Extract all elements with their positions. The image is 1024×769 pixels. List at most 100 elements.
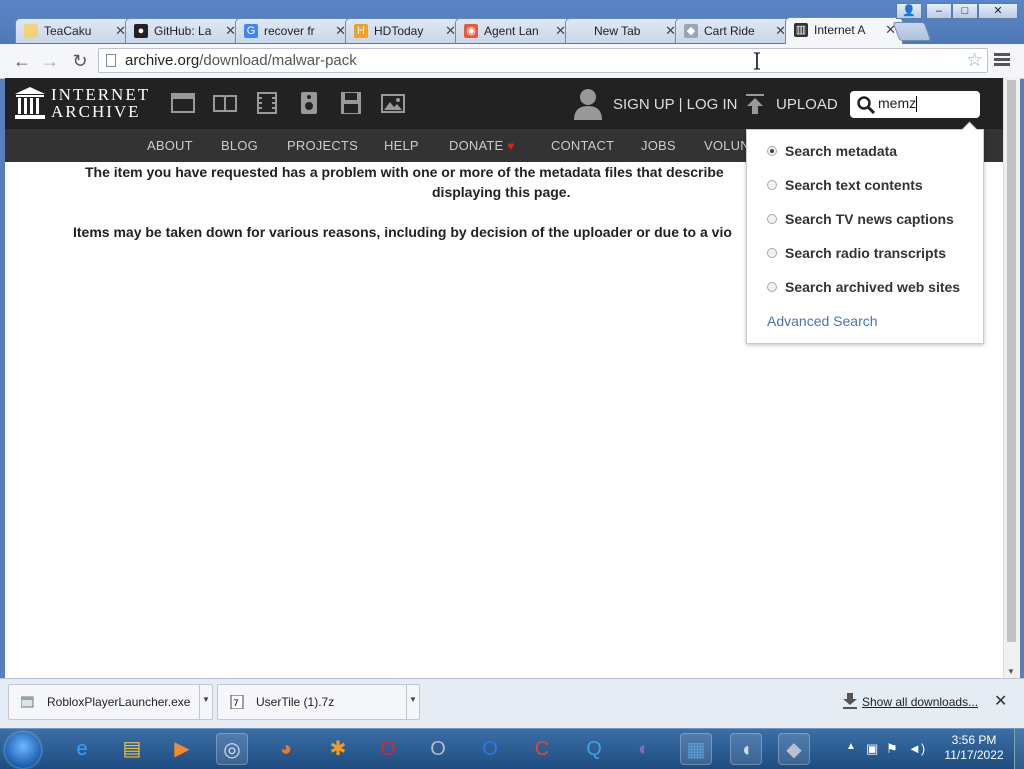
maximize-button[interactable]: □	[952, 3, 978, 19]
search-app-icon[interactable]: Q	[578, 733, 610, 765]
nav-projects[interactable]: PROJECTS	[287, 138, 358, 153]
tor-icon[interactable]: ◐	[628, 733, 660, 765]
tab-title: Cart Ride	[704, 24, 755, 38]
software-icon[interactable]	[339, 92, 363, 114]
reload-button[interactable]: ↻	[70, 51, 90, 71]
download-item[interactable]: 7 UserTile (1).7z ▼	[217, 684, 420, 720]
nav-donate[interactable]: DONATE ♥	[449, 138, 515, 153]
bookmark-star-icon[interactable]: ☆	[966, 49, 983, 72]
volume-icon[interactable]: ◄)	[908, 741, 925, 756]
browser-tab[interactable]: ◆ Cart Ride ✕	[675, 18, 793, 43]
clock[interactable]: 3:56 PM 11/17/2022	[938, 733, 1010, 763]
opera-blue-icon[interactable]: O	[474, 733, 506, 765]
nav-about[interactable]: ABOUT	[147, 138, 193, 153]
browser-tab[interactable]: ▥ Internet A ✕	[785, 17, 903, 44]
minimize-button[interactable]: –	[926, 3, 952, 19]
download-filename: UserTile (1).7z	[256, 695, 335, 709]
nav-volunteer[interactable]: VOLUN	[704, 138, 750, 153]
roblox-app-icon[interactable]: ◆	[778, 733, 810, 765]
search-input[interactable]: memz	[850, 91, 980, 118]
tray-expand-icon[interactable]: ▲	[846, 741, 856, 752]
scroll-down-arrow-icon[interactable]: ▼	[1007, 667, 1015, 676]
texts-icon[interactable]	[213, 92, 237, 114]
opera-icon[interactable]: O	[372, 733, 404, 765]
show-all-downloads-link[interactable]: Show all downloads...	[862, 695, 978, 709]
radio-icon[interactable]	[767, 214, 777, 224]
browser-tab[interactable]: H HDToday ✕	[345, 18, 463, 43]
nav-jobs[interactable]: JOBS	[641, 138, 676, 153]
archive-logo-text[interactable]: INTERNET ARCHIVE	[51, 86, 150, 120]
audio-icon[interactable]	[297, 92, 321, 114]
signup-login-link[interactable]: SIGN UP | LOG IN	[613, 96, 737, 113]
browser-tab[interactable]: ◉ Agent Lan ✕	[455, 18, 573, 43]
profile-user-icon[interactable]: 👤	[896, 3, 922, 19]
video-icon[interactable]	[255, 92, 279, 114]
upload-link[interactable]: UPLOAD	[776, 96, 838, 113]
archive-logo-icon[interactable]	[15, 87, 45, 119]
scrollbar-thumb[interactable]	[1007, 80, 1016, 642]
browser-toolbar: ← → ↻ archive.org/download/malwar-pack ☆	[0, 44, 1024, 79]
browser-tab[interactable]: ● GitHub: La ✕	[125, 18, 243, 43]
hdtoday-icon: H	[354, 24, 368, 38]
upload-icon[interactable]	[746, 94, 764, 114]
heart-icon: ♥	[507, 139, 515, 153]
browser-tab[interactable]: Grecover fr ✕	[235, 18, 353, 43]
nav-contact[interactable]: CONTACT	[551, 138, 614, 153]
opera-gray-icon[interactable]: O	[422, 733, 454, 765]
radio-icon[interactable]	[767, 180, 777, 190]
close-window-button[interactable]: ✕	[978, 3, 1018, 19]
search-options-dropdown: Search metadata Search text contents Sea…	[746, 121, 984, 344]
tab-title: HDToday	[374, 24, 424, 38]
page-viewport: INTERNET ARCHIVE SIGN UP | LOG IN UPLOAD …	[5, 78, 1003, 678]
chrome-icon[interactable]: ◎	[216, 733, 248, 765]
ccleaner-icon[interactable]: C	[526, 733, 558, 765]
radio-icon[interactable]	[767, 282, 777, 292]
nav-blog[interactable]: BLOG	[221, 138, 258, 153]
download-options-arrow-icon[interactable]: ▼	[199, 685, 212, 719]
media-player-icon[interactable]: ▶	[166, 733, 198, 765]
radio-icon[interactable]	[767, 146, 777, 156]
back-button[interactable]: ←	[12, 51, 32, 71]
flag-icon[interactable]: ⚑	[886, 741, 898, 757]
browser-tab[interactable]: New Tab ✕	[565, 18, 683, 43]
user-avatar-icon[interactable]	[573, 88, 603, 120]
download-item[interactable]: RobloxPlayerLauncher.exe ▼	[8, 684, 213, 720]
page-scrollbar[interactable]: ▼	[1003, 78, 1020, 678]
tab-title: Agent Lan	[484, 24, 539, 38]
firefox-icon[interactable]: ◕	[270, 733, 302, 765]
exe-file-icon	[21, 696, 34, 708]
svg-text:7: 7	[233, 699, 239, 709]
control-panel-icon[interactable]: ▦	[680, 733, 712, 765]
avast-icon[interactable]: ✱	[322, 733, 354, 765]
nav-help[interactable]: HELP	[384, 138, 419, 153]
ie-icon[interactable]: e	[66, 733, 98, 765]
7z-archive-icon: 7	[230, 695, 244, 709]
radio-icon[interactable]	[767, 248, 777, 258]
download-shelf: RobloxPlayerLauncher.exe ▼ 7 UserTile (1…	[0, 678, 1024, 729]
show-desktop-button[interactable]	[1014, 729, 1024, 769]
close-shelf-icon[interactable]: ✕	[994, 691, 1007, 711]
network-icon[interactable]: ▣	[866, 741, 878, 757]
tab-strip: TeaCaku ✕ ● GitHub: La ✕ Grecover fr ✕ H HDToday…	[0, 0, 1024, 44]
error-message-line2: displaying this page.	[432, 184, 571, 200]
page-icon	[106, 54, 116, 67]
download-options-arrow-icon[interactable]: ▼	[406, 685, 419, 719]
web-icon[interactable]	[171, 92, 195, 114]
search-icon[interactable]	[857, 96, 875, 114]
download-arrow-icon	[843, 693, 857, 709]
mouse-icon[interactable]: ◖	[730, 733, 762, 765]
forward-button[interactable]: →	[40, 51, 60, 71]
start-button[interactable]	[5, 732, 41, 768]
error-message-line1: The item you have requested has a proble…	[85, 164, 724, 180]
search-input-value[interactable]: memz	[878, 95, 916, 111]
images-icon[interactable]	[381, 92, 405, 114]
explorer-icon[interactable]: ▤	[116, 733, 148, 765]
agent-icon: ◉	[464, 24, 478, 38]
advanced-search-link[interactable]: Advanced Search	[767, 313, 878, 329]
address-bar[interactable]: archive.org/download/malwar-pack ☆	[98, 48, 988, 73]
chrome-menu-icon[interactable]	[994, 53, 1010, 69]
browser-tab[interactable]: TeaCaku ✕	[15, 18, 133, 43]
url-text[interactable]: archive.org/download/malwar-pack	[125, 52, 357, 69]
new-tab-button[interactable]	[892, 22, 932, 41]
text-caret	[916, 96, 917, 112]
